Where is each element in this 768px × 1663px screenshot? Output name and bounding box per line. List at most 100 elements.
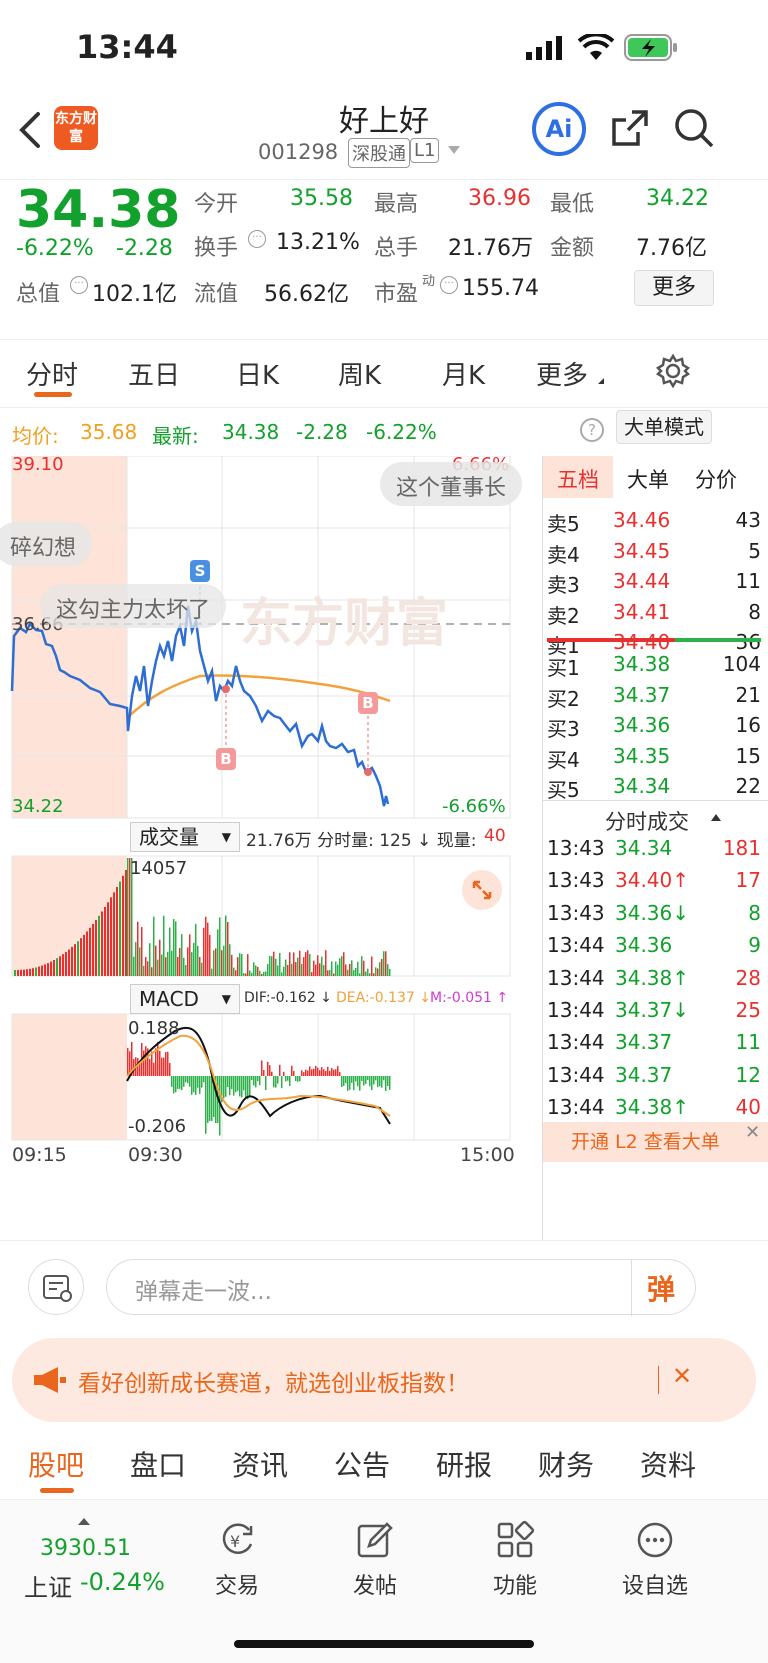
trade-volume: 181 — [722, 836, 761, 860]
trade-volume: 28 — [735, 965, 761, 990]
buy-row[interactable]: 买1 34.38 104 — [543, 648, 768, 680]
volume-bar — [122, 875, 124, 976]
share-icon[interactable] — [608, 106, 652, 150]
sell-row[interactable]: 卖3 34.44 11 — [543, 565, 768, 597]
trade-price: 34.38↑ — [615, 1095, 690, 1120]
tab-market[interactable]: 盘口 — [130, 1444, 186, 1484]
level-price: 34.36 — [613, 713, 671, 737]
buy-row[interactable]: 买5 34.34 22 — [543, 770, 768, 802]
buy-row[interactable]: 买4 34.35 15 — [543, 740, 768, 772]
danmu-send-button[interactable]: 弹 — [647, 1268, 675, 1308]
tab-more[interactable]: 更多 — [536, 355, 588, 392]
ai-button[interactable]: Ai — [532, 102, 586, 156]
volume-bar — [89, 927, 91, 976]
macd-bar — [267, 1061, 269, 1076]
collapse-triangle-icon[interactable] — [711, 814, 721, 821]
macd-bar — [365, 1076, 367, 1084]
settings-gear-icon[interactable] — [656, 354, 690, 388]
expand-index-icon[interactable] — [78, 1518, 90, 1525]
volume-bar — [305, 952, 307, 976]
buy-marker[interactable]: B — [358, 692, 378, 714]
sell-row[interactable]: 卖4 34.45 5 — [543, 535, 768, 567]
tab-monthly-k[interactable]: 月K — [442, 355, 485, 392]
level-price: 34.44 — [613, 569, 671, 593]
macd-indicator-select[interactable]: MACD ▼ — [130, 984, 240, 1014]
expand-button[interactable] — [462, 870, 502, 910]
macd-bar — [303, 1072, 305, 1076]
level-label: 买1 — [547, 656, 580, 680]
expand-icon — [472, 880, 492, 900]
tab-daily-k[interactable]: 日K — [236, 355, 279, 392]
tab-weekly-k[interactable]: 周K — [338, 355, 381, 392]
tab-intraday[interactable]: 分时 — [26, 355, 78, 392]
macd-bar — [211, 1076, 213, 1121]
macd-bar — [301, 1070, 303, 1076]
tab-forum[interactable]: 股吧 — [28, 1444, 84, 1484]
danmu-settings-button[interactable] — [28, 1259, 84, 1315]
tab-five-levels[interactable]: 五档 — [557, 464, 599, 494]
volume-bar — [26, 969, 28, 976]
close-icon[interactable]: ✕ — [745, 1122, 760, 1143]
buy-row[interactable]: 买2 34.37 21 — [543, 679, 768, 711]
volume-bar — [110, 897, 112, 976]
sell-marker[interactable]: S — [190, 560, 210, 582]
tab-finance[interactable]: 财务 — [538, 1444, 594, 1484]
info-dots-icon[interactable]: ··· — [70, 276, 88, 294]
tab-research[interactable]: 研报 — [436, 1444, 492, 1484]
tab-big-orders[interactable]: 大单 — [627, 464, 669, 494]
info-dots-icon[interactable]: ··· — [440, 276, 458, 294]
trade-price: 34.37 — [615, 1062, 673, 1087]
index-name[interactable]: 上证 — [24, 1568, 72, 1603]
level-price: 34.37 — [613, 682, 671, 707]
divider — [658, 1366, 659, 1394]
buy-row[interactable]: 买3 34.36 16 — [543, 709, 768, 741]
volume-bar — [193, 942, 195, 976]
ad-close-icon[interactable]: ✕ — [672, 1362, 692, 1390]
macd-bar — [337, 1066, 339, 1076]
volume-bar — [367, 968, 369, 976]
l2-banner[interactable]: 开通 L2 查看大单 — [543, 1122, 768, 1162]
mktcap-value: 102.1亿 — [92, 282, 177, 307]
volume-bar — [373, 973, 375, 976]
volume-bar — [213, 950, 215, 976]
latest-change: -2.28 — [296, 420, 348, 444]
big-order-mode-button[interactable]: 大单模式 — [616, 410, 712, 444]
add-watchlist-button[interactable]: 设自选 — [600, 1520, 710, 1600]
trade-row: 13:44 34.38↑ 28 — [543, 962, 768, 996]
volume-indicator-select[interactable]: 成交量 ▼ — [130, 822, 240, 852]
volume-bar — [287, 964, 289, 976]
volume-bar — [229, 944, 231, 976]
ad-banner[interactable]: 看好创新成长赛道，就选创业板指数！ ✕ — [12, 1338, 756, 1422]
level-volume: 11 — [735, 569, 761, 593]
grid-icon — [497, 1520, 535, 1558]
index-value[interactable]: 3930.51 — [40, 1536, 131, 1561]
macd-bar — [353, 1076, 355, 1091]
buy-marker[interactable]: B — [216, 748, 236, 770]
macd-bar — [315, 1065, 317, 1076]
tab-price-dist[interactable]: 分价 — [695, 464, 737, 494]
sell-row[interactable]: 卖2 34.41 8 — [543, 596, 768, 628]
trade-button[interactable]: ¥ 交易 — [182, 1520, 292, 1600]
danmu-input[interactable]: 弹幕走一波... 弹 — [106, 1259, 696, 1316]
macd-bar — [261, 1060, 263, 1076]
functions-button[interactable]: 功能 — [460, 1520, 570, 1600]
volume-bar — [383, 951, 385, 976]
tab-profile[interactable]: 资料 — [640, 1444, 696, 1484]
volume-bar — [299, 950, 301, 976]
back-arrow-icon[interactable] — [14, 110, 44, 150]
post-button[interactable]: 发帖 — [320, 1520, 430, 1600]
more-button[interactable]: 更多 — [634, 270, 714, 306]
info-dots-icon[interactable]: ··· — [248, 230, 266, 248]
sell-row[interactable]: 卖5 34.46 43 — [543, 504, 768, 536]
macd-bar — [377, 1076, 379, 1087]
b-point — [222, 685, 230, 693]
index-pct[interactable]: -0.24% — [80, 1568, 165, 1596]
tab-news[interactable]: 资讯 — [232, 1444, 288, 1484]
search-icon[interactable] — [672, 106, 716, 150]
dropdown-triangle-icon[interactable] — [448, 146, 460, 154]
tab-five-day[interactable]: 五日 — [128, 355, 180, 392]
open-value: 35.58 — [290, 186, 353, 211]
help-icon[interactable]: ? — [580, 418, 604, 442]
level-tag[interactable]: L1 — [410, 138, 440, 163]
tab-announcements[interactable]: 公告 — [334, 1444, 390, 1484]
